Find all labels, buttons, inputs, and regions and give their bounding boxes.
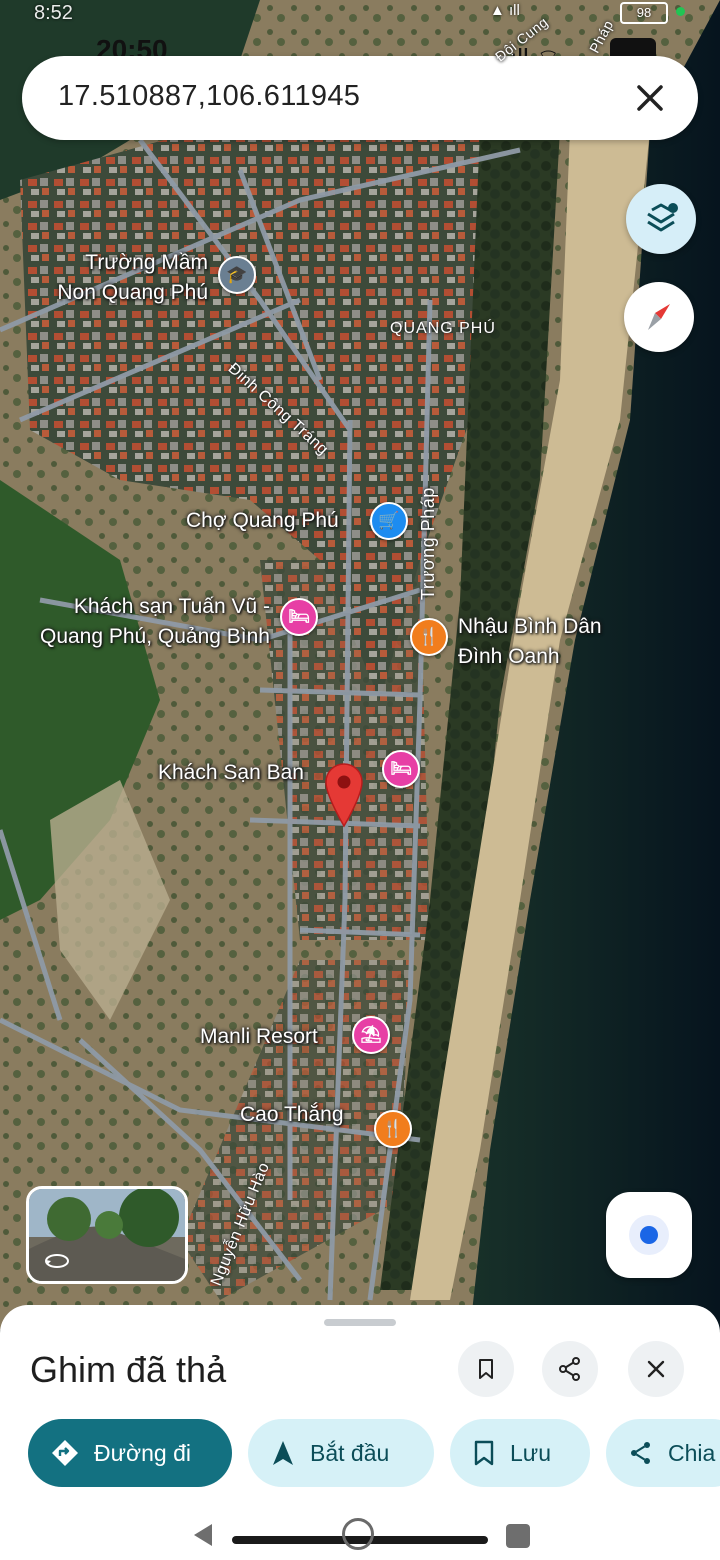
share-icon-button[interactable] [542,1341,598,1397]
status-clock-background: 8:52 [34,2,73,24]
hotel-icon[interactable]: 🛏 [280,598,318,636]
share-label: Chia [668,1439,716,1466]
place-label-market[interactable]: Chợ Quang Phú [186,506,339,536]
search-bar[interactable]: 17.510887,106.611945 [22,56,698,140]
compass-button[interactable] [624,282,694,352]
restaurant-icon[interactable]: 🍴 [410,618,448,656]
map-canvas[interactable]: 8:52 20:50 ▲ ıll 98 ıll ⌔ 17.510887,106.… [0,0,720,1330]
home-icon[interactable] [342,1518,374,1550]
save-label: Lưu [510,1439,551,1466]
back-icon[interactable] [190,1522,216,1548]
start-label: Bắt đầu [310,1439,390,1466]
my-location-button[interactable] [606,1192,692,1278]
area-label-quang-phu: QUANG PHÚ [390,320,496,337]
shopping-cart-icon[interactable]: 🛒 [370,502,408,540]
share-icon [559,1357,580,1381]
sheet-title: Ghim đã thả [30,1349,227,1390]
share-icon [631,1442,650,1464]
street-view-thumbnail[interactable] [26,1186,188,1284]
satellite-map [0,0,720,1330]
street-label-truong-phap: Trương Pháp [418,487,438,600]
dropped-pin-icon[interactable] [322,760,366,828]
layers-icon [647,203,678,232]
bookmark-icon [479,1359,493,1379]
directions-label: Đường đi [94,1439,191,1466]
restaurant-icon[interactable]: 🍴 [374,1110,412,1148]
directions-icon [52,1440,78,1466]
system-navigation-bar [0,1500,720,1560]
search-query[interactable]: 17.510887,106.611945 [58,80,360,113]
place-label-school[interactable]: Trường Mầm Non Quang Phú [34,248,208,308]
battery-indicator: 98 [620,2,668,24]
beach-umbrella-icon[interactable]: ⛱ [352,1016,390,1054]
place-label-cao-thang[interactable]: Cao Thắng [240,1100,344,1130]
status-icons: ▲ ıll [490,2,520,19]
place-label-manli[interactable]: Manli Resort [200,1022,318,1052]
place-label-hotel-ban[interactable]: Khách Sạn Ban [158,758,304,788]
close-sheet-button[interactable] [628,1341,684,1397]
rotate-360-icon [45,1254,69,1268]
place-label-nhau-binh-dan[interactable]: Nhậu Bình Dân Đình Oanh [458,612,602,672]
hotel-icon[interactable]: 🛏 [382,750,420,788]
sheet-drag-handle[interactable] [324,1319,396,1326]
layers-button[interactable] [626,184,696,254]
share-chip[interactable]: Chia [606,1419,720,1487]
directions-chip[interactable]: Đường đi [28,1419,232,1487]
close-icon [647,1360,665,1378]
recent-apps-icon[interactable] [506,1524,530,1548]
place-label-hotel-tuan-vu[interactable]: Khách sạn Tuấn Vũ - Quang Phú, Quảng Bìn… [10,592,270,652]
save-icon-button[interactable] [458,1341,514,1397]
bookmark-icon [474,1440,494,1466]
school-icon[interactable]: 🎓 [218,256,256,294]
navigation-arrow-icon [273,1441,293,1465]
close-icon[interactable] [628,76,672,120]
my-location-icon [629,1215,669,1255]
save-chip[interactable]: Lưu [450,1419,590,1487]
compass-icon [648,304,670,330]
status-dot [676,7,685,16]
start-chip[interactable]: Bắt đầu [248,1419,434,1487]
